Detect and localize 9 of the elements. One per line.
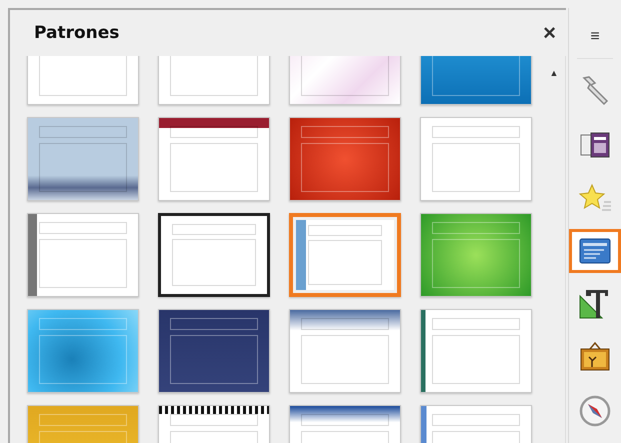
- sidebar-menu-button[interactable]: ≡: [586, 28, 604, 46]
- close-button[interactable]: ×: [539, 20, 560, 46]
- slide-thumbnail[interactable]: [289, 213, 401, 297]
- slide-thumbnail[interactable]: [158, 213, 270, 297]
- scroll-up-button[interactable]: ▲: [548, 66, 560, 80]
- masters-tab[interactable]: [569, 229, 621, 273]
- panel-title: Patrones: [34, 23, 120, 43]
- slide-icon: [578, 236, 612, 266]
- compass-icon: [578, 394, 612, 428]
